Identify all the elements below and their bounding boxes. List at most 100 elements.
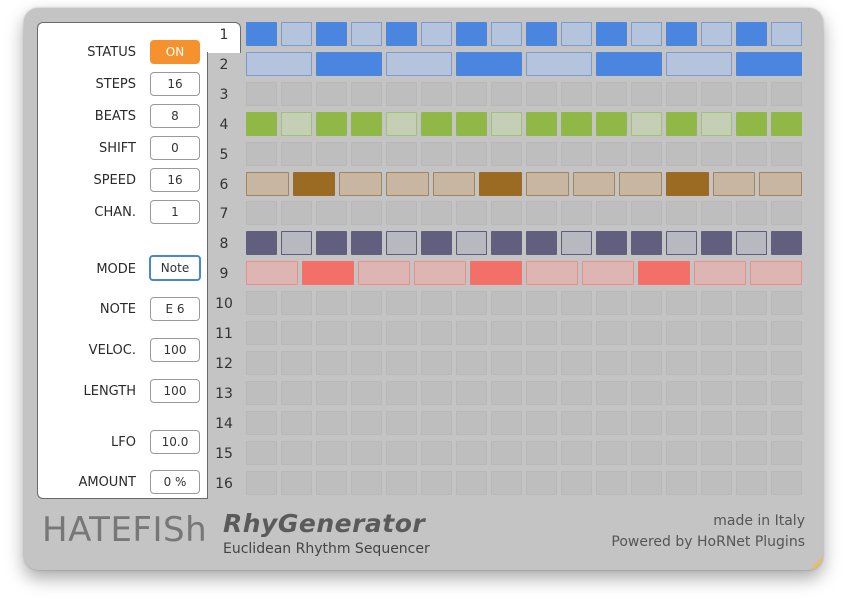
step-cell-active[interactable] [421,231,452,256]
step-cell[interactable] [666,380,697,405]
step-cell-active[interactable] [316,231,347,256]
step-cell[interactable] [281,81,312,106]
step-cell[interactable] [666,141,697,166]
step-cell[interactable] [561,291,592,316]
step-cell[interactable] [432,171,476,196]
step-cell[interactable] [491,141,522,166]
step-cell[interactable] [421,470,452,495]
step-cell[interactable] [386,141,417,166]
step-cell-active[interactable] [302,261,354,286]
step-cell[interactable] [736,470,767,495]
step-cell[interactable] [386,410,417,435]
step-cell[interactable] [456,350,487,375]
step-cell[interactable] [619,171,662,196]
step-cell[interactable] [281,470,312,495]
step-cell[interactable] [736,291,767,316]
step-cell-active[interactable] [491,231,522,256]
step-cell[interactable] [526,141,557,166]
amount-field[interactable]: 0 % [150,470,200,494]
step-cell-active[interactable] [596,51,662,76]
step-cell-active[interactable] [526,231,557,256]
step-cell[interactable] [316,350,347,375]
step-cell[interactable] [701,141,732,166]
step-cell[interactable] [526,470,557,495]
step-cell[interactable] [456,321,487,345]
step-cell[interactable] [316,440,347,465]
step-cell[interactable] [456,380,487,405]
step-cell[interactable] [421,22,452,46]
row-number-11[interactable]: 11 [212,326,236,342]
step-cell-active[interactable] [386,22,417,46]
step-cell[interactable] [526,350,557,375]
step-cell[interactable] [316,291,347,316]
step-cell[interactable] [246,171,289,196]
step-cell[interactable] [771,380,802,405]
row-number-6[interactable]: 6 [212,177,236,193]
step-cell[interactable] [701,321,732,345]
step-cell[interactable] [456,201,487,226]
step-cell-active[interactable] [479,171,522,196]
step-cell[interactable] [666,81,697,106]
step-cell[interactable] [561,231,592,256]
step-cell[interactable] [456,231,487,256]
step-cell[interactable] [771,470,802,495]
step-cell[interactable] [351,440,382,465]
step-cell-active[interactable] [351,231,382,256]
step-cell[interactable] [316,81,347,106]
step-cell[interactable] [596,380,627,405]
step-cell[interactable] [771,291,802,316]
step-cell[interactable] [771,350,802,375]
step-cell[interactable] [246,261,298,286]
step-cell-active[interactable] [316,111,347,136]
step-cell[interactable] [701,81,732,106]
step-cell[interactable] [561,81,592,106]
mode-select[interactable]: Note [149,255,201,281]
step-cell[interactable] [246,141,277,166]
row-number-3[interactable]: 3 [212,87,236,103]
step-cell[interactable] [526,321,557,345]
step-cell[interactable] [701,410,732,435]
step-cell[interactable] [631,380,662,405]
step-cell-active[interactable] [596,111,627,136]
step-cell[interactable] [491,410,522,435]
step-cell[interactable] [246,410,277,435]
step-cell[interactable] [572,171,616,196]
step-cell[interactable] [631,350,662,375]
step-cell[interactable] [736,231,767,256]
step-cell[interactable] [351,22,382,46]
step-cell[interactable] [596,470,627,495]
step-cell[interactable] [631,111,662,136]
step-cell[interactable] [582,261,634,286]
beats-field[interactable]: 8 [150,104,200,128]
step-cell[interactable] [281,201,312,226]
step-cell[interactable] [246,291,277,316]
step-cell[interactable] [526,81,557,106]
step-cell[interactable] [596,81,627,106]
step-cell[interactable] [771,440,802,465]
step-cell[interactable] [596,201,627,226]
step-cell-active[interactable] [666,22,697,46]
step-cell[interactable] [666,350,697,375]
step-cell[interactable] [596,350,627,375]
row-number-8[interactable]: 8 [212,236,236,252]
step-cell[interactable] [386,440,417,465]
step-cell[interactable] [281,231,312,256]
step-cell[interactable] [351,141,382,166]
step-cell[interactable] [386,350,417,375]
step-cell[interactable] [456,410,487,435]
step-cell[interactable] [456,81,487,106]
step-cell[interactable] [316,410,347,435]
step-cell[interactable] [631,321,662,345]
step-cell[interactable] [351,410,382,435]
step-cell[interactable] [316,201,347,226]
length-field[interactable]: 100 [150,379,200,403]
step-cell[interactable] [421,410,452,435]
step-cell[interactable] [759,171,802,196]
row-number-10[interactable]: 10 [212,296,236,312]
step-cell[interactable] [736,81,767,106]
row-number-16[interactable]: 16 [212,476,236,492]
step-cell[interactable] [561,380,592,405]
row-number-9[interactable]: 9 [212,266,236,282]
step-cell-active[interactable] [246,22,277,46]
step-cell[interactable] [561,141,592,166]
